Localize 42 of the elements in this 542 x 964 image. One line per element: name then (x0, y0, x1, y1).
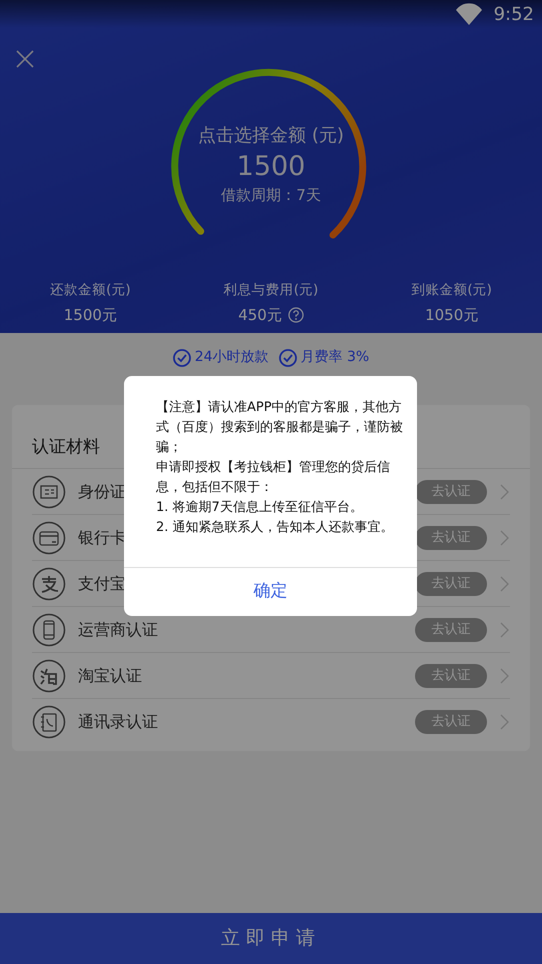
help-icon[interactable] (288, 307, 304, 323)
item-label: 淘宝认证 (78, 664, 142, 686)
stat-value: 450元 (238, 305, 282, 325)
stat-value: 1500元 (64, 305, 117, 325)
verify-button[interactable]: 去认证 (415, 480, 487, 504)
chevron-icon[interactable] (499, 666, 510, 684)
chevron-icon[interactable] (499, 713, 510, 731)
loan-amount[interactable]: 1500 (171, 149, 371, 184)
address-book-icon (32, 705, 66, 739)
confirm-button[interactable]: 确定 (124, 567, 417, 616)
dialog-text: 1. 将逾期7天信息上传至征信平台。 (156, 499, 364, 517)
loan-period: 借款周期：7天 (220, 185, 322, 206)
amount-label[interactable]: 点击选择金额 (元) (171, 122, 371, 149)
stat-label: 到账金额(元) (410, 281, 493, 300)
close-icon[interactable] (15, 49, 35, 69)
stat-label: 还款金额(元) (49, 281, 132, 300)
verify-button[interactable]: 去认证 (415, 710, 487, 734)
chevron-icon[interactable] (499, 574, 510, 592)
verify-button[interactable]: 去认证 (415, 526, 487, 550)
status-time: 9:52 (494, 2, 534, 26)
bank-card-icon (32, 520, 66, 554)
item-label: 银行卡 (78, 526, 126, 548)
chevron-icon[interactable] (499, 620, 510, 638)
check-icon (172, 348, 191, 366)
item-label: 通讯录认证 (78, 711, 158, 733)
dialog-text: 2. 通知紧急联系人，告知本人还款事宜。 (156, 519, 395, 537)
item-label: 支付宝 (78, 572, 126, 594)
feature-label: 24小时放款 (194, 348, 269, 367)
stat-value: 1050元 (425, 305, 478, 325)
verify-button[interactable]: 去认证 (415, 618, 487, 642)
check-icon (278, 348, 297, 366)
id-card-icon (32, 474, 66, 508)
apply-button[interactable]: 立即申请 (0, 913, 542, 964)
phone-icon (32, 612, 66, 646)
wifi-icon (454, 3, 484, 25)
item-label: 运营商认证 (78, 618, 158, 640)
chevron-icon[interactable] (499, 528, 510, 546)
verify-button[interactable]: 去认证 (415, 664, 487, 688)
chevron-icon[interactable] (499, 482, 510, 500)
feature-label: 月费率 3% (300, 348, 370, 367)
stat-label: 利息与费用(元) (222, 281, 320, 300)
verify-button[interactable]: 去认证 (415, 572, 487, 596)
